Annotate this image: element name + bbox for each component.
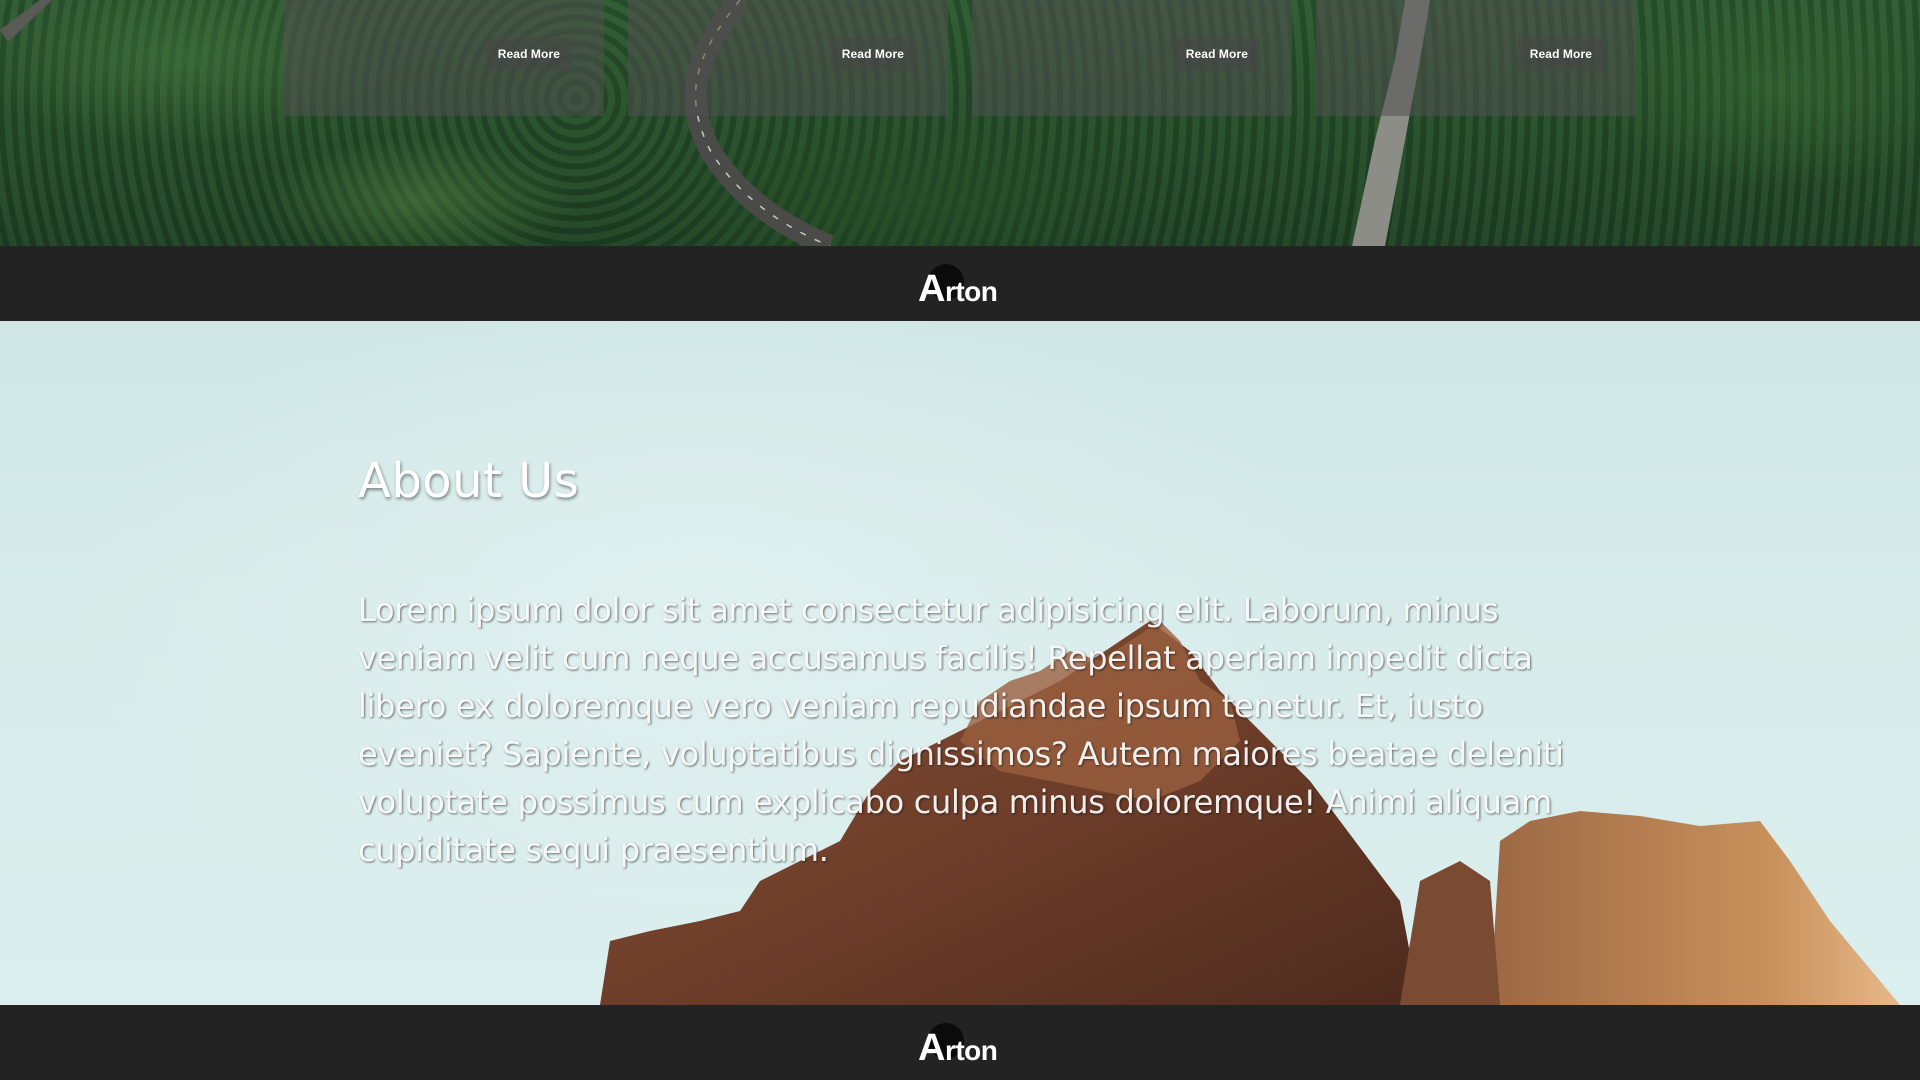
- about-title: About Us: [358, 453, 580, 509]
- card-row: Read More Read More Read More Read More: [284, 0, 1636, 116]
- about-body-text: Lorem ipsum dolor sit amet consectetur a…: [358, 591, 1564, 869]
- read-more-button[interactable]: Read More: [1173, 38, 1260, 70]
- card: Read More: [628, 0, 948, 116]
- footer-bar: Arton: [0, 1005, 1920, 1080]
- brand-logo[interactable]: Arton: [918, 264, 1008, 310]
- card: Read More: [972, 0, 1292, 116]
- brand-logo[interactable]: Arton: [918, 1023, 1008, 1069]
- read-more-button[interactable]: Read More: [1517, 38, 1604, 70]
- card: Read More: [1316, 0, 1636, 116]
- brand-first-letter: A: [918, 268, 945, 310]
- brand-rest: rton: [944, 1035, 998, 1066]
- forest-banner: Read More Read More Read More Read More: [0, 0, 1920, 246]
- read-more-button[interactable]: Read More: [829, 38, 916, 70]
- brand-rest: rton: [944, 276, 998, 307]
- about-section: About Us Lorem ipsum dolor sit amet cons…: [0, 321, 1920, 1005]
- brand-name: Arton: [918, 268, 998, 311]
- card: Read More: [284, 0, 604, 116]
- brand-name: Arton: [918, 1027, 998, 1070]
- brand-first-letter: A: [918, 1027, 945, 1069]
- header-bar: Arton: [0, 246, 1920, 321]
- read-more-button[interactable]: Read More: [485, 38, 572, 70]
